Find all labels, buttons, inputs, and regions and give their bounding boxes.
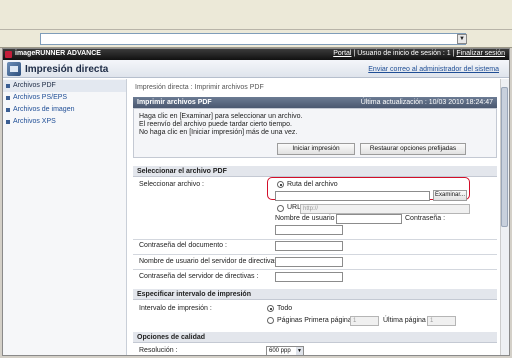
separator: | — [353, 50, 356, 57]
row-divider — [133, 254, 497, 255]
file-path-radio[interactable] — [277, 181, 284, 188]
top-right-links: Portal | Usuario de inicio de sesión : 1… — [333, 50, 505, 57]
doc-password-input[interactable] — [275, 241, 343, 251]
brand-name: imageRUNNER ADVANCE — [15, 50, 101, 57]
username-input[interactable] — [336, 214, 402, 224]
url-input[interactable]: http:// — [300, 204, 470, 214]
sidebar-item-pdf[interactable]: Archivos PDF — [3, 80, 126, 92]
address-bar[interactable] — [40, 33, 466, 45]
policy-server-user-input[interactable] — [275, 257, 343, 267]
policy-server-password-input[interactable] — [275, 272, 343, 282]
portal-link[interactable]: Portal — [333, 50, 351, 57]
url-radio[interactable] — [277, 205, 284, 212]
resolution-value: 600 ppp — [269, 348, 291, 354]
start-print-button[interactable]: Iniciar impresión — [277, 143, 355, 155]
first-page-input[interactable]: 1 — [350, 316, 379, 326]
separator: | — [452, 50, 455, 57]
password-input[interactable] — [275, 225, 343, 235]
resolution-select[interactable]: 600 ppp ▼ — [266, 346, 304, 355]
panel-header: Imprimir archivos PDF Última actualizaci… — [133, 97, 497, 108]
print-range-label: Intervalo de impresión : — [139, 305, 212, 312]
policy-server-password-label: Contraseña del servidor de directivas : — [139, 273, 259, 280]
last-page-label: Última página : — [383, 317, 430, 324]
page-range-radio[interactable] — [267, 317, 274, 324]
last-update: Última actualización : 10/03 2010 18:24:… — [360, 99, 493, 106]
password-label: Contraseña : — [405, 215, 446, 222]
url-option-label: URL — [287, 204, 302, 211]
row-divider — [133, 269, 497, 270]
page-frame: imageRUNNER ADVANCE Portal | Usuario de … — [2, 48, 510, 356]
panel-title: Imprimir archivos PDF — [137, 99, 212, 106]
logout-link[interactable]: Finalizar sesión — [456, 50, 505, 57]
page-range-label: Páginas Primera página : — [277, 317, 356, 324]
breadcrumb: Impresión directa : Imprimir archivos PD… — [135, 84, 264, 91]
section-quality: Opciones de calidad — [133, 332, 497, 343]
username-label: Nombre de usuario : — [275, 215, 339, 222]
note-line: El reenvío del archivo puede tardar cier… — [139, 121, 292, 128]
send-admin-email-link[interactable]: Enviar correo al administrador del siste… — [368, 66, 499, 73]
sidebar-item-xps[interactable]: Archivos XPS — [3, 116, 126, 128]
resolution-label: Resolución : — [139, 347, 178, 354]
section-select-pdf: Seleccionar el archivo PDF — [133, 166, 497, 177]
file-path-option-label: Ruta del archivo — [287, 181, 338, 188]
sidebar-item-images[interactable]: Archivos de imagen — [3, 104, 126, 116]
section-print-range: Especificar intervalo de impresión — [133, 289, 497, 300]
policy-server-user-label: Nombre de usuario del servidor de direct… — [139, 258, 282, 265]
canon-logo-icon — [5, 51, 12, 58]
all-pages-label: Todo — [277, 305, 293, 312]
select-file-label: Seleccionar archivo : — [139, 181, 204, 188]
note-line: No haga clic en [Iniciar impresión] más … — [139, 129, 298, 136]
row-divider — [133, 239, 497, 240]
note-line: Haga clic en [Examinar] para seleccionar… — [139, 113, 303, 120]
scrollbar-thumb[interactable] — [501, 87, 508, 227]
restore-defaults-button[interactable]: Restaurar opciones prefijadas — [360, 143, 466, 155]
address-dropdown-icon[interactable]: ▼ — [457, 34, 467, 44]
sidebar: Archivos PDF Archivos PS/EPS Archivos de… — [3, 79, 127, 355]
file-path-input[interactable] — [275, 191, 430, 201]
last-page-input[interactable]: 1 — [427, 316, 456, 326]
sidebar-item-ps-eps[interactable]: Archivos PS/EPS — [3, 92, 126, 104]
doc-password-label: Contraseña del documento : — [139, 242, 227, 249]
all-pages-radio[interactable] — [267, 305, 274, 312]
browser-title-area — [0, 0, 512, 30]
browse-button[interactable]: Examinar... — [433, 190, 467, 201]
login-user: Usuario de inicio de sesión : 1 — [357, 50, 451, 57]
direct-print-icon — [7, 62, 21, 76]
page-title: Impresión directa — [25, 64, 109, 75]
chevron-down-icon: ▼ — [296, 347, 303, 355]
